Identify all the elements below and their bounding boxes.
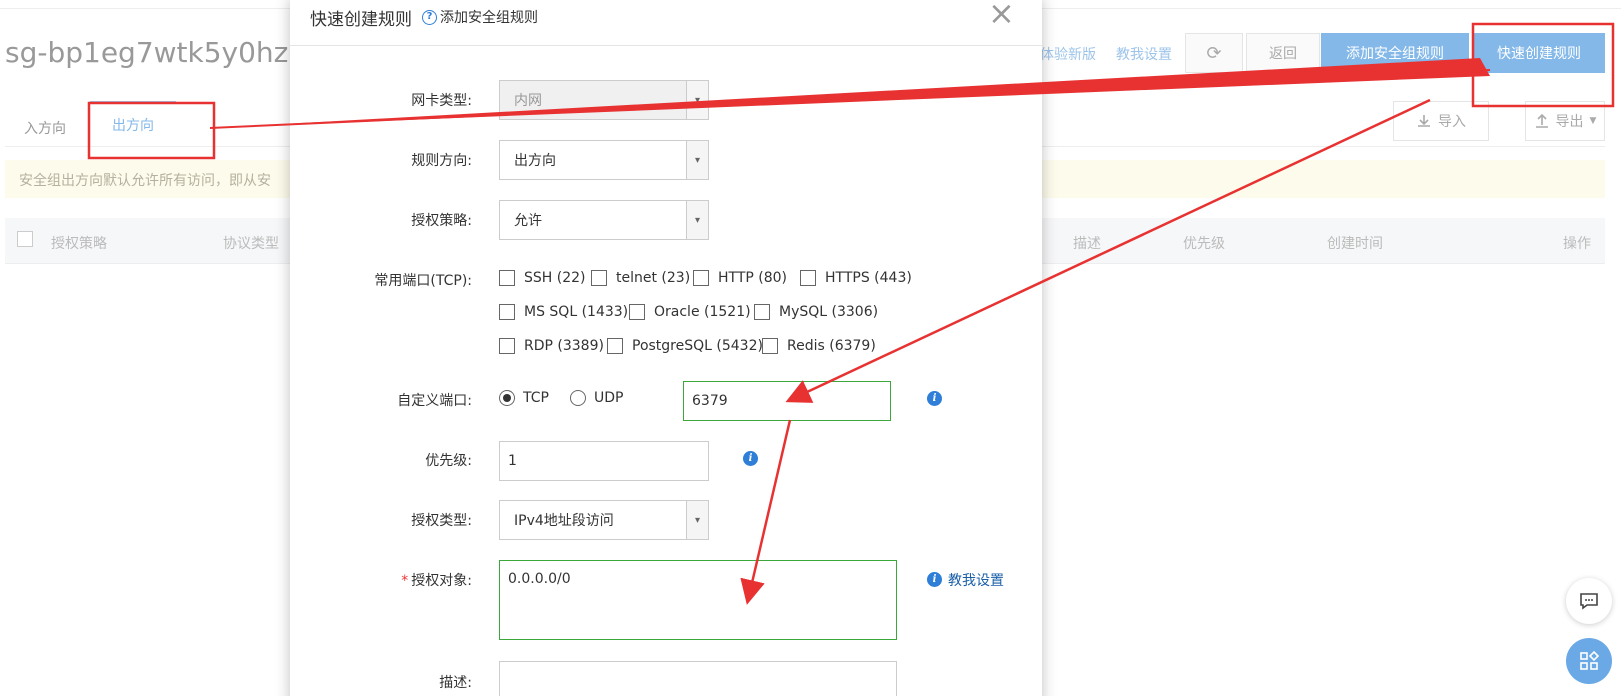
description-label: 描述: <box>439 675 472 691</box>
custom-port-label: 自定义端口: <box>397 393 472 409</box>
chevron-down-icon: ▾ <box>686 201 708 239</box>
import-button[interactable]: 导入 <box>1393 101 1489 141</box>
port-label: telnet (23) <box>616 270 691 286</box>
port-checkbox-mysql[interactable]: MySQL (3306) <box>754 304 878 320</box>
common-ports-label: 常用端口(TCP): <box>374 273 472 289</box>
chevron-down-icon: ▼ <box>1589 116 1597 126</box>
udp-radio[interactable]: UDP <box>570 390 623 406</box>
col-priority: 优先级 <box>1183 236 1225 252</box>
upload-icon <box>1535 113 1548 128</box>
port-label: Redis (6379) <box>787 338 876 354</box>
refresh-button[interactable]: ⟳ <box>1185 33 1243 73</box>
tcp-label: TCP <box>523 390 549 406</box>
priority-input[interactable]: 1 <box>499 441 709 481</box>
port-label: SSH (22) <box>524 270 586 286</box>
nic-type-select: 内网 ▾ <box>499 80 709 120</box>
port-checkbox-rdp[interactable]: RDP (3389) <box>499 338 604 354</box>
port-label: RDP (3389) <box>524 338 604 354</box>
download-icon <box>1418 115 1430 127</box>
tab-outbound[interactable]: 出方向 <box>90 101 176 146</box>
col-description: 描述 <box>1073 236 1101 252</box>
add-rule-button[interactable]: 添加安全组规则 <box>1321 33 1469 73</box>
nic-type-label: 网卡类型: <box>411 93 472 109</box>
port-checkbox-mssql[interactable]: MS SQL (1433) <box>499 304 628 320</box>
col-created-time: 创建时间 <box>1327 236 1383 252</box>
add-rule-help-link[interactable]: 添加安全组规则 <box>440 7 538 27</box>
help-icon[interactable]: ? <box>422 10 437 25</box>
export-label: 导出 <box>1555 114 1584 130</box>
port-checkbox-https[interactable]: HTTPS (443) <box>800 270 912 286</box>
col-actions: 操作 <box>1563 236 1591 252</box>
port-checkbox-ssh[interactable]: SSH (22) <box>499 270 586 286</box>
auth-object-label-text: 授权对象: <box>411 573 472 589</box>
policy-label: 授权策略: <box>411 213 472 229</box>
policy-select[interactable]: 允许 ▾ <box>499 200 709 240</box>
udp-label: UDP <box>594 390 624 406</box>
priority-label: 优先级: <box>425 453 472 469</box>
nic-type-value: 内网 <box>514 93 542 109</box>
port-label: Oracle (1521) <box>654 304 751 320</box>
port-checkbox-telnet[interactable]: telnet (23) <box>591 270 690 286</box>
required-marker: * <box>401 573 409 589</box>
chevron-down-icon: ▾ <box>686 141 708 179</box>
port-label: MySQL (3306) <box>779 304 879 320</box>
auth-object-label: * 授权对象: <box>292 570 472 590</box>
auth-object-textarea[interactable]: 0.0.0.0/0 <box>499 560 897 640</box>
info-icon[interactable]: i <box>743 451 758 466</box>
import-label: 导入 <box>1438 114 1466 130</box>
description-input[interactable] <box>499 661 897 696</box>
teach-setup-link[interactable]: 教我设置 <box>1116 44 1172 64</box>
direction-label: 规则方向: <box>411 153 472 169</box>
auth-type-select[interactable]: IPv4地址段访问 ▾ <box>499 500 709 540</box>
direction-select[interactable]: 出方向 ▾ <box>499 140 709 180</box>
port-checkbox-postgresql[interactable]: PostgreSQL (5432) <box>607 338 763 354</box>
tab-inbound[interactable]: 入方向 <box>24 118 66 138</box>
auth-type-label: 授权类型: <box>411 513 472 529</box>
port-label: HTTPS (443) <box>825 270 912 286</box>
dialog-header: 快速创建规则 ? 添加安全组规则 × <box>290 0 1042 46</box>
policy-value: 允许 <box>514 213 542 229</box>
apps-icon <box>1580 650 1600 670</box>
teach-setup-link-dialog[interactable]: 教我设置 <box>948 570 1004 590</box>
security-group-id-title: sg-bp1eg7wtk5y0hzq <box>5 36 307 69</box>
try-new-version-link[interactable]: 体验新版 <box>1040 44 1096 64</box>
back-button[interactable]: 返回 <box>1246 33 1320 73</box>
col-policy: 授权策略 <box>51 236 107 252</box>
info-icon[interactable]: i <box>927 391 942 406</box>
info-icon[interactable]: i <box>927 572 942 587</box>
quick-create-rule-dialog: 快速创建规则 ? 添加安全组规则 × 网卡类型: 内网 ▾ 规则方向: 出方向 … <box>290 0 1042 696</box>
apps-button[interactable] <box>1566 638 1612 684</box>
port-label: HTTP (80) <box>718 270 788 286</box>
chat-icon <box>1580 593 1598 610</box>
port-checkbox-oracle[interactable]: Oracle (1521) <box>629 304 751 320</box>
dialog-title: 快速创建规则 <box>310 10 412 30</box>
tcp-radio[interactable]: TCP <box>499 390 549 406</box>
export-button[interactable]: 导出 ▼ <box>1525 101 1605 141</box>
chevron-down-icon: ▾ <box>686 81 708 119</box>
port-checkbox-http[interactable]: HTTP (80) <box>693 270 787 286</box>
port-checkbox-redis[interactable]: Redis (6379) <box>762 338 876 354</box>
direction-value: 出方向 <box>514 153 556 169</box>
select-all-checkbox[interactable] <box>17 231 33 247</box>
port-label: PostgreSQL (5432) <box>632 338 763 354</box>
quick-create-button[interactable]: 快速创建规则 <box>1473 33 1605 73</box>
chat-button[interactable] <box>1566 578 1612 624</box>
refresh-icon: ⟳ <box>1206 42 1222 64</box>
custom-port-input[interactable]: 6379 <box>683 381 891 421</box>
auth-type-value: IPv4地址段访问 <box>514 513 614 529</box>
chevron-down-icon: ▾ <box>686 501 708 539</box>
close-icon[interactable]: × <box>988 0 1015 29</box>
col-protocol: 协议类型 <box>223 236 279 252</box>
port-label: MS SQL (1433) <box>524 304 629 320</box>
